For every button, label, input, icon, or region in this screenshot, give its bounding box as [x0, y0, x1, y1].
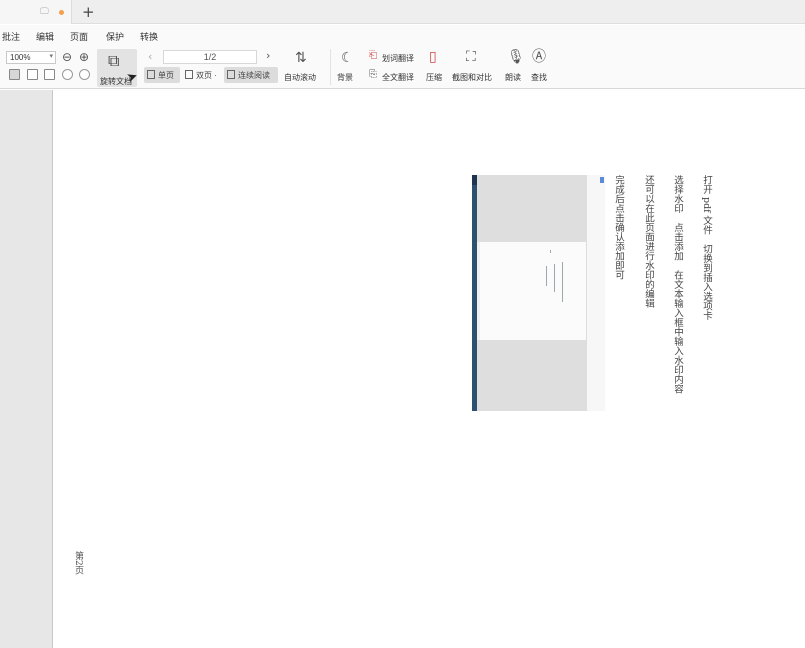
- page-fit-icon[interactable]: [27, 69, 38, 80]
- next-page-button[interactable]: ›: [266, 50, 270, 61]
- monitor-icon: 🖵: [40, 7, 49, 17]
- screenshot-gray-bottom: [477, 340, 586, 411]
- auto-scroll-label: 自动滚动: [284, 73, 316, 82]
- menu-protect[interactable]: 保护: [106, 30, 124, 43]
- rotate-document-icon: ⧉: [108, 51, 120, 70]
- toolbar-divider: [330, 49, 331, 85]
- rotate-right-icon[interactable]: [79, 69, 90, 80]
- screenshot-text-line: [546, 266, 547, 286]
- zoom-in-icon[interactable]: ⊕: [79, 51, 89, 63]
- full-translate-icon: ⎘: [369, 69, 377, 80]
- single-page-label: 单页: [158, 71, 174, 80]
- compress-label: 压缩: [426, 73, 442, 82]
- background-label: 背景: [337, 73, 353, 82]
- word-translate-label: 划词翻译: [382, 54, 414, 63]
- screenshot-icon: ⛶: [466, 49, 476, 65]
- tab-bar: 🖵 +: [0, 0, 805, 24]
- screenshot-page: [480, 242, 586, 340]
- search-icon: Ⓐ: [532, 49, 546, 65]
- search-label: 查找: [531, 73, 547, 82]
- pdf-page: 打开 pdf 文件 切换到插入选项卡 选择水印 点击添加 在文本输入框中输入水印…: [52, 90, 805, 648]
- single-page-button[interactable]: 单页: [144, 67, 180, 83]
- menu-bar: 批注 编辑 页面 保护 转换: [0, 25, 805, 45]
- menu-edit[interactable]: 编辑: [36, 30, 54, 43]
- menu-page[interactable]: 页面: [70, 30, 88, 43]
- select-mode-icon[interactable]: [9, 69, 20, 80]
- screenshot-text-line: [550, 250, 551, 253]
- rotate-left-icon[interactable]: [62, 69, 73, 80]
- unsaved-indicator: [59, 10, 64, 15]
- zoom-select[interactable]: 100% ▾: [6, 51, 56, 64]
- page-number-input[interactable]: 1/2: [163, 50, 257, 64]
- zoom-value: 100%: [10, 53, 31, 62]
- word-translate-icon: ⎗: [369, 50, 377, 61]
- doc-line-2: 选择水印 点击添加 在文本输入框中输入水印内容: [672, 175, 683, 394]
- screenshot-text-line: [554, 264, 555, 292]
- compress-icon: ▯: [429, 49, 437, 65]
- document-tab[interactable]: 🖵: [0, 0, 72, 24]
- double-page-label: 双页: [196, 71, 212, 80]
- single-page-icon: [147, 70, 155, 79]
- menu-annotate[interactable]: 批注: [2, 30, 20, 43]
- double-page-button[interactable]: 双页 ·: [182, 67, 222, 83]
- doc-line-3: 还可以在此页面进行水印的编辑: [643, 175, 654, 308]
- chevron-down-icon: ▾: [49, 53, 53, 60]
- screenshot-accent: [600, 177, 604, 183]
- read-aloud-label: 朗读: [505, 73, 521, 82]
- double-page-icon: [185, 70, 193, 79]
- menu-convert[interactable]: 转换: [140, 30, 158, 43]
- new-tab-button[interactable]: +: [82, 3, 95, 21]
- full-translate-label: 全文翻译: [382, 73, 414, 82]
- page-label: 第2页: [73, 551, 83, 575]
- continuous-read-label: 连续阅读: [238, 71, 270, 80]
- embedded-screenshot: [472, 175, 605, 411]
- zoom-out-icon[interactable]: ⊖: [62, 51, 72, 63]
- chevron-down-icon: ·: [212, 71, 217, 80]
- toolbar: 100% ▾ ⊖ ⊕ ⧉ 旋转文档 ‹ 1/2 › 单页 双页 · 连续阅读 ⇅…: [0, 45, 805, 89]
- doc-line-1: 打开 pdf 文件 切换到插入选项卡: [701, 175, 712, 321]
- auto-scroll-icon: ⇅: [295, 50, 307, 66]
- continuous-read-icon: [227, 70, 235, 79]
- continuous-read-button[interactable]: 连续阅读: [224, 67, 278, 83]
- document-area[interactable]: 打开 pdf 文件 切换到插入选项卡 选择水印 点击添加 在文本输入框中输入水印…: [0, 90, 805, 648]
- microphone-icon: 🎙: [507, 49, 525, 65]
- doc-line-4: 完成后点击确认添加即可: [613, 175, 624, 280]
- screenshot-text-line: [562, 262, 563, 302]
- moon-icon: ☾: [341, 50, 354, 66]
- screenshot-compare-label: 截图和对比: [452, 73, 492, 82]
- prev-page-button[interactable]: ‹: [148, 51, 152, 62]
- screenshot-gray-top: [477, 175, 586, 242]
- screenshot-toolbar: [586, 175, 605, 411]
- page-width-icon[interactable]: [44, 69, 55, 80]
